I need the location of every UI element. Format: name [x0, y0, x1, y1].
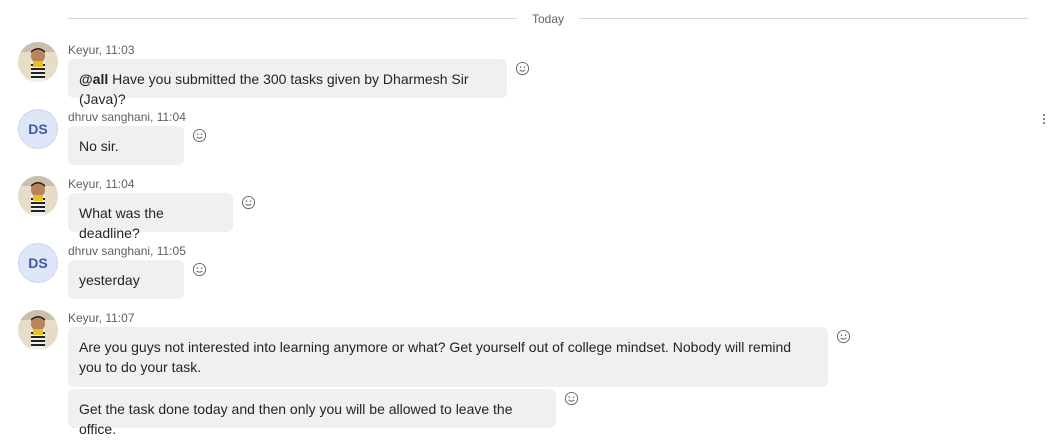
- user-photo-avatar-icon: [18, 310, 58, 350]
- more-options-icon[interactable]: [1042, 114, 1046, 126]
- message-text: yesterday: [79, 272, 140, 288]
- smiley-reaction-icon[interactable]: [836, 329, 851, 344]
- message-header: dhruv sanghani, 11:05: [68, 244, 186, 258]
- message-bubble[interactable]: @all Have you submitted the 300 tasks gi…: [68, 59, 507, 107]
- avatar-keyur[interactable]: [18, 42, 58, 82]
- avatar-keyur[interactable]: [18, 176, 58, 216]
- divider-line-right: [579, 18, 1028, 19]
- message-bubble[interactable]: No sir.: [68, 126, 184, 165]
- avatar-dhruv[interactable]: DS: [18, 243, 58, 283]
- message-text: No sir.: [79, 138, 119, 154]
- smiley-reaction-icon[interactable]: [192, 128, 207, 143]
- message-header: Keyur, 11:07: [68, 311, 135, 325]
- message-bubble[interactable]: yesterday: [68, 260, 184, 299]
- date-divider-label: Today: [531, 12, 565, 26]
- smiley-reaction-icon[interactable]: [241, 195, 256, 210]
- message-text: Have you submitted the 300 tasks given b…: [79, 71, 469, 107]
- avatar-dhruv[interactable]: DS: [18, 109, 58, 149]
- divider-line-left: [68, 18, 517, 19]
- date-divider: Today: [68, 10, 1028, 28]
- smiley-reaction-icon[interactable]: [564, 391, 579, 406]
- message-bubble[interactable]: What was the deadline?: [68, 193, 233, 241]
- mention-all[interactable]: @all: [79, 71, 108, 87]
- smiley-reaction-icon[interactable]: [192, 262, 207, 277]
- message-header: Keyur, 11:03: [68, 43, 135, 57]
- user-photo-avatar-icon: [18, 176, 58, 216]
- message-bubble[interactable]: Get the task done today and then only yo…: [68, 389, 556, 437]
- smiley-reaction-icon[interactable]: [515, 61, 530, 76]
- message-header: dhruv sanghani, 11:04: [68, 110, 186, 124]
- user-photo-avatar-icon: [18, 42, 58, 82]
- message-header: Keyur, 11:04: [68, 177, 135, 191]
- message-text: Get the task done today and then only yo…: [79, 401, 513, 437]
- message-text: Are you guys not interested into learnin…: [79, 339, 792, 375]
- message-bubble[interactable]: Are you guys not interested into learnin…: [68, 327, 828, 387]
- message-text: What was the deadline?: [79, 205, 164, 241]
- avatar-keyur[interactable]: [18, 310, 58, 350]
